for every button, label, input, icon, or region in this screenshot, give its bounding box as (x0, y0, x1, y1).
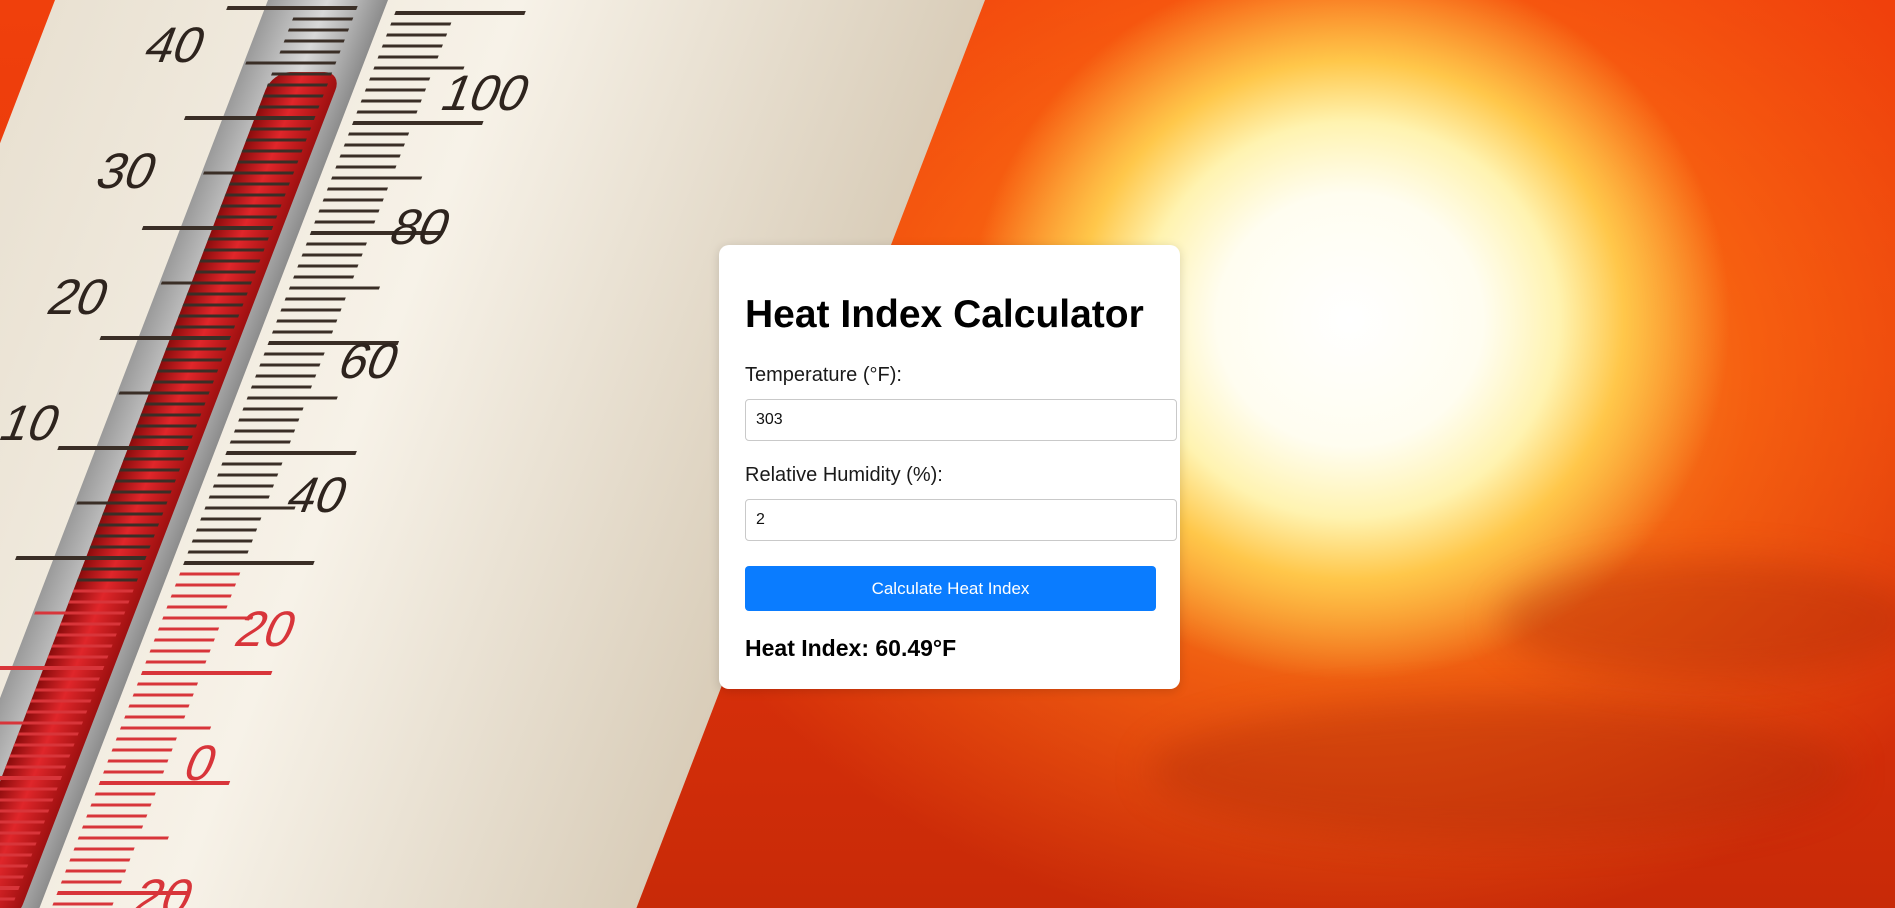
humidity-input[interactable] (745, 499, 1177, 541)
calculate-button[interactable]: Calculate Heat Index (745, 566, 1156, 611)
temperature-input[interactable] (745, 399, 1177, 441)
temperature-label: Temperature (°F): (745, 364, 902, 386)
humidity-label: Relative Humidity (%): (745, 464, 943, 486)
page-background: 403020100102010080604020020 Heat Index C… (0, 0, 1895, 908)
page-title: Heat Index Calculator (745, 293, 1144, 336)
heat-index-result: Heat Index: 60.49°F (745, 635, 957, 661)
calculator-card: Heat Index Calculator Temperature (°F): … (719, 245, 1180, 689)
